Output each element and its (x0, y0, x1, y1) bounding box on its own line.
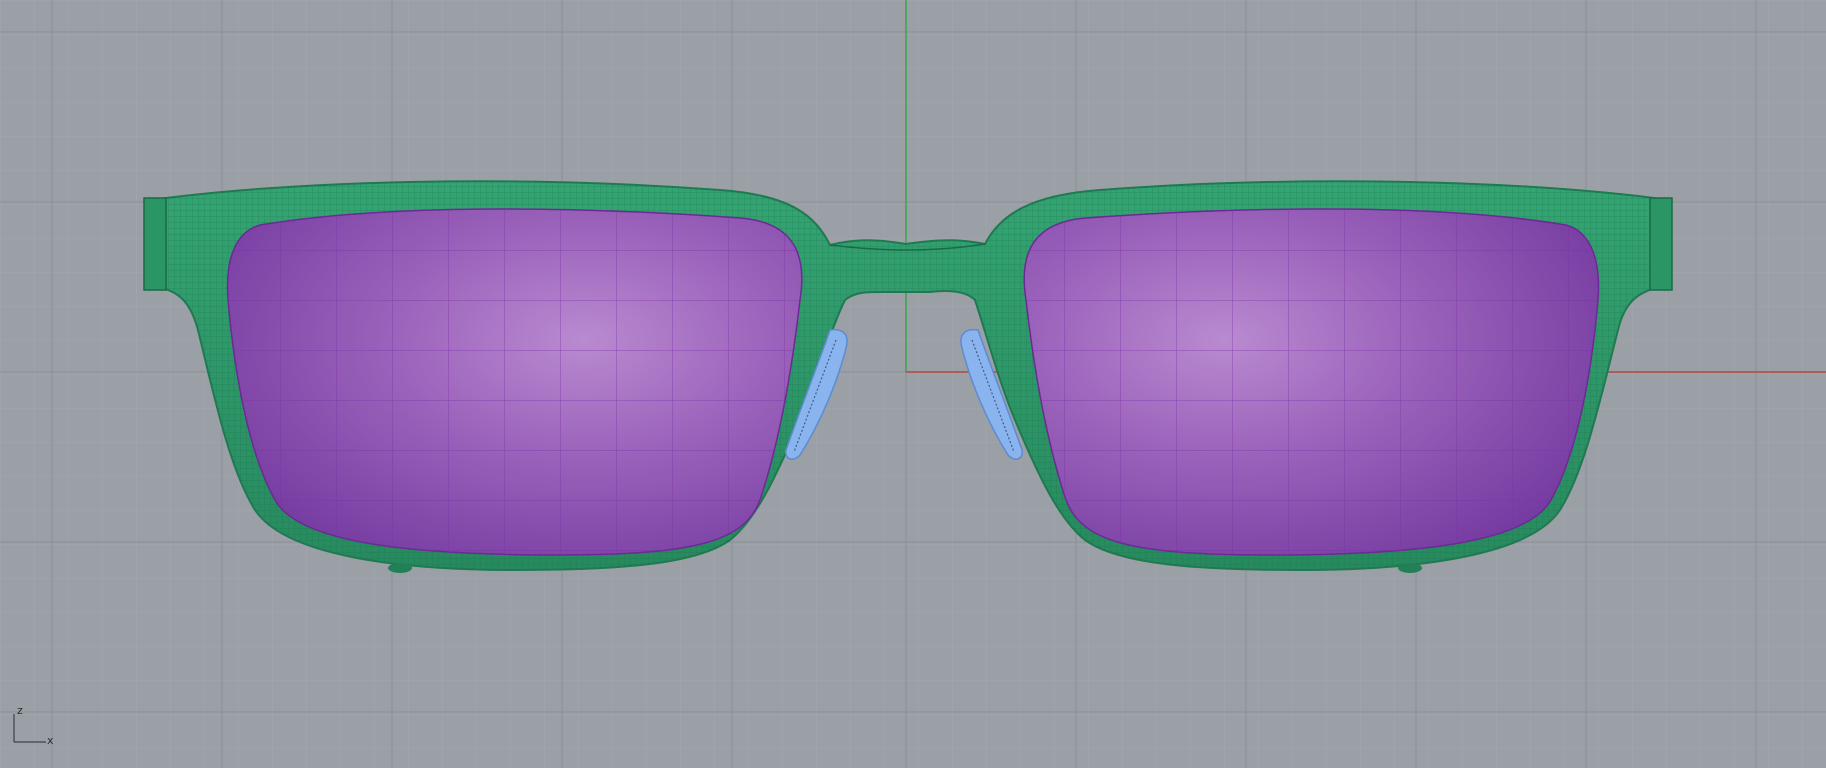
axis-gizmo-x-label: x (47, 734, 54, 747)
front-viewport[interactable]: z x (0, 0, 1826, 768)
left-lens[interactable] (226, 208, 803, 556)
right-lens[interactable] (1023, 208, 1600, 556)
viewport-canvas[interactable]: z x (0, 0, 1826, 768)
left-hinge (143, 197, 167, 291)
axis-gizmo-z-label: z (17, 704, 23, 717)
right-hinge (1649, 197, 1673, 291)
